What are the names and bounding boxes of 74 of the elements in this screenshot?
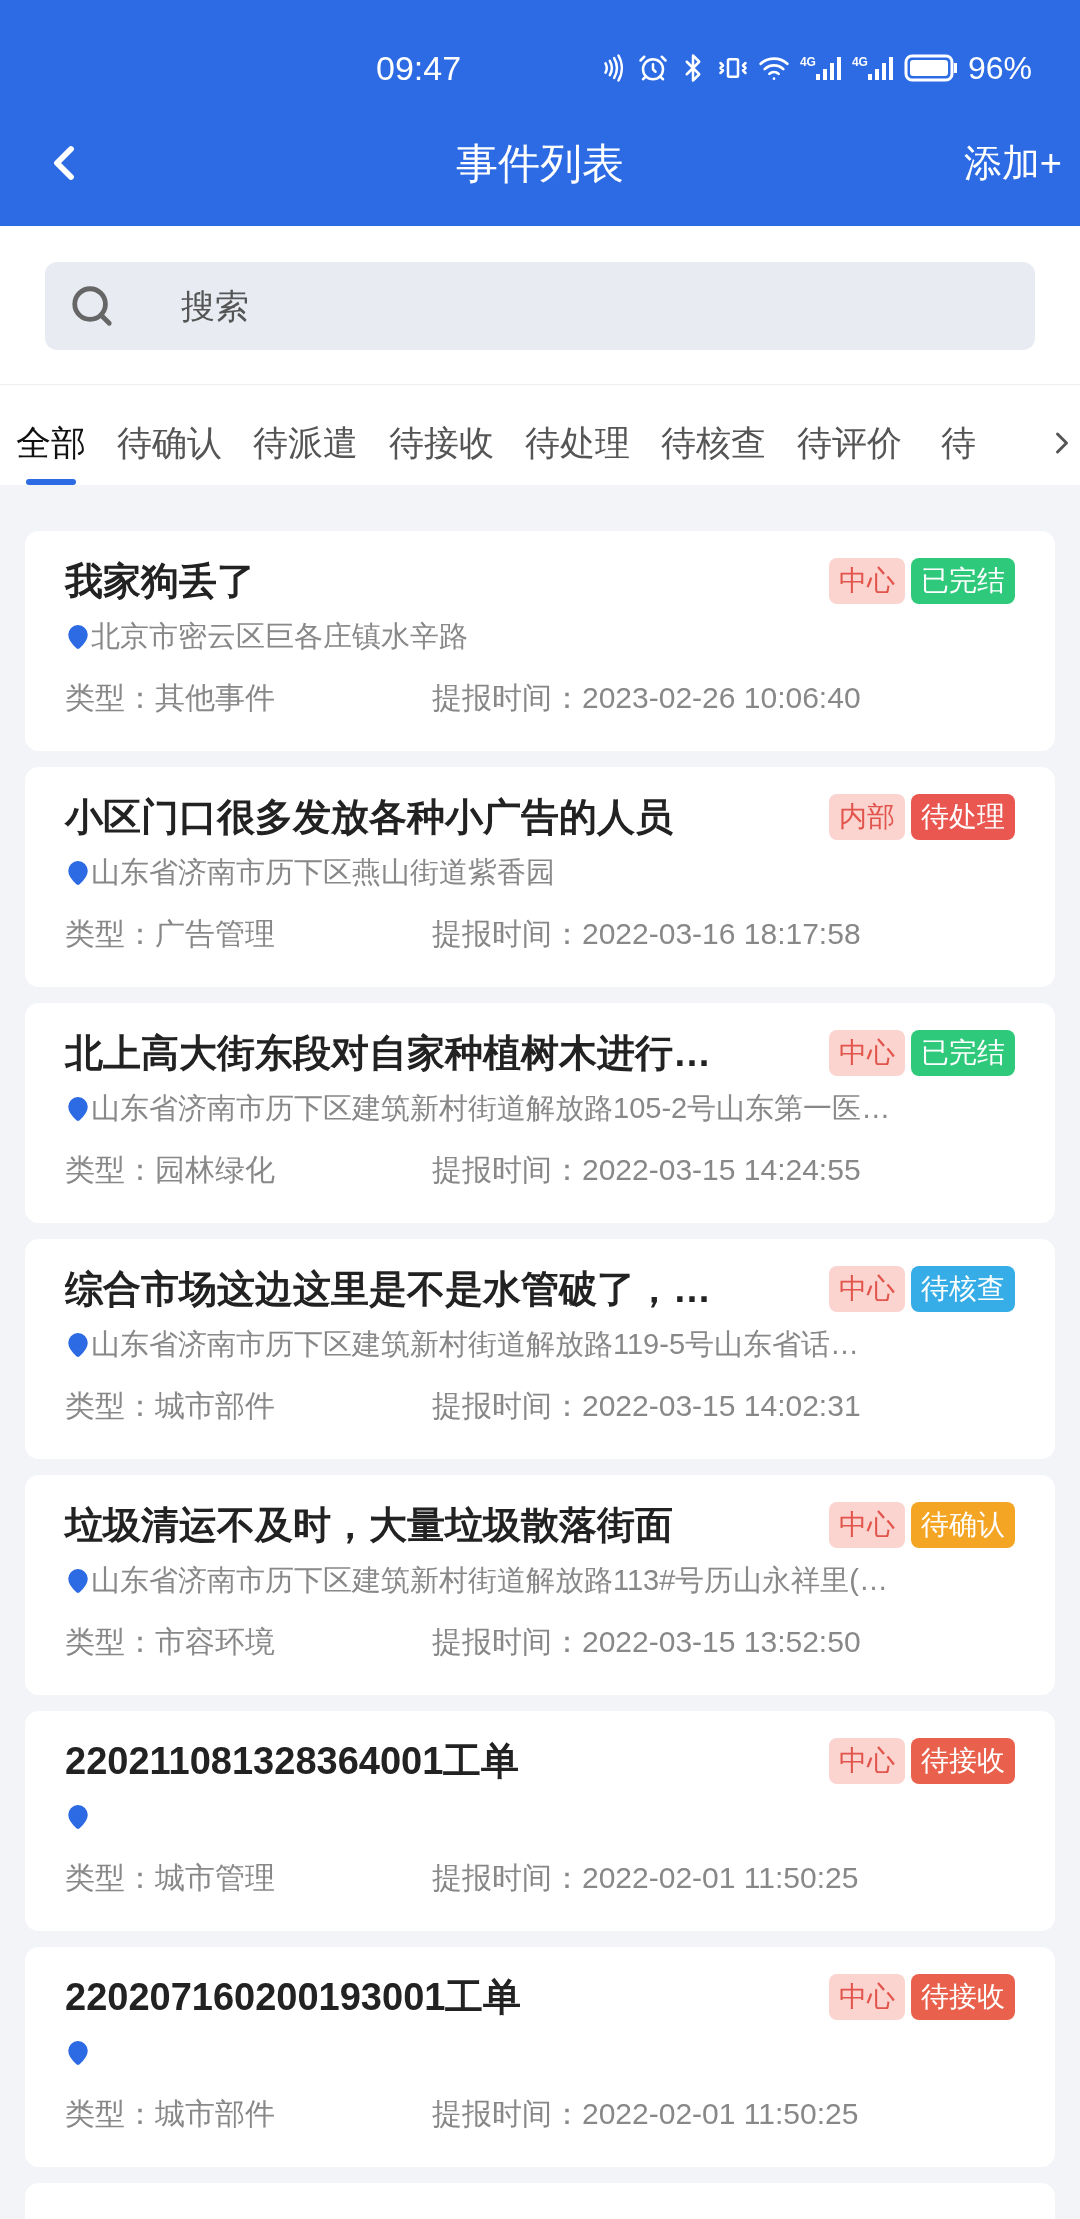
event-card[interactable]: 综合市场这边这里是不是水管破了，… 中心 待核查 山东省济南市历下区建筑新村街道解放路119-5号山东省话… 类型：城市部件 提报时间：2022-03-15 14:02:31: [25, 1239, 1055, 1459]
filter-tab[interactable]: 待确认: [117, 421, 222, 485]
battery-icon: [903, 54, 958, 82]
report-time: 提报时间：2022-03-16 18:17:58: [432, 915, 861, 952]
filter-tab[interactable]: 待: [933, 421, 983, 485]
page-title: 事件列表: [456, 138, 624, 189]
status-time: 09:47: [376, 47, 462, 89]
event-address: 山东省济南市历下区建筑新村街道解放路113#号历山永祥里(…: [91, 1563, 889, 1599]
event-title: 220211081328364001工单: [65, 1738, 520, 1784]
report-time: 提报时间：2022-03-15 14:02:31: [432, 1387, 861, 1424]
status-tag: 待核查: [911, 1266, 1015, 1312]
status-tag: 待处理: [911, 794, 1015, 840]
location-pin-icon: [65, 1096, 91, 1122]
filter-tab[interactable]: 全部: [16, 421, 86, 485]
event-title: 220207160200193001工单: [65, 1974, 522, 2020]
source-tag: 中心: [829, 1738, 905, 1784]
status-tag: 待确认: [911, 1502, 1015, 1548]
event-type: 类型：城市部件: [65, 2095, 276, 2132]
event-card[interactable]: 北上高大街东段对自家种植树木进行… 中心 已完结 山东省济南市历下区建筑新村街道解放路105-2号山东第一医… 类型：园林绿化 提报时间：2022-03-15 14:24:55: [25, 1003, 1055, 1223]
network-label: 4G: [799, 56, 816, 68]
report-time: 提报时间：2023-02-26 10:06:40: [432, 679, 861, 716]
event-title: 综合市场这边这里是不是水管破了，…: [65, 1266, 711, 1312]
source-tag: 中心: [829, 1266, 905, 1312]
filter-tab[interactable]: 待评价: [797, 421, 902, 485]
event-card[interactable]: 小区门口很多发放各种小广告的人员 内部 待处理 山东省济南市历下区燕山街道紫香园 类型：广告管理 提报时间：2022-03-16 18:17:58: [25, 767, 1055, 987]
filter-tab[interactable]: 待接收: [389, 421, 494, 485]
location-pin-icon: [65, 1804, 91, 1830]
status-tag: 已完结: [911, 558, 1015, 604]
battery-percent: 96%: [967, 49, 1032, 88]
report-time: 提报时间：2022-02-01 11:50:25: [432, 2095, 859, 2132]
event-type: 类型：城市管理: [65, 1859, 276, 1896]
location-pin-icon: [65, 624, 91, 650]
event-type: 类型：园林绿化: [65, 1151, 276, 1188]
event-card[interactable]: 220211081328364001工单 中心 待接收 类型：城市管理 提报时间：2022-02-01 11:50:25: [25, 1711, 1055, 1931]
status-tag: 待接收: [911, 1738, 1015, 1784]
network-label: 4G: [851, 56, 868, 68]
source-tag: 中心: [829, 558, 905, 604]
event-title: 我家狗丢了: [65, 558, 255, 604]
source-tag: 内部: [829, 794, 905, 840]
event-card[interactable]: 220207160200193001工单 中心 待接收 类型：城市部件 提报时间：2022-02-01 11:50:25: [25, 1947, 1055, 2167]
signal-icon: [815, 56, 842, 80]
source-tag: 中心: [829, 1974, 905, 2020]
search-field[interactable]: 搜索: [45, 262, 1035, 350]
report-time: 提报时间：2022-02-01 11:50:25: [432, 1859, 859, 1896]
event-address: 北京市密云区巨各庄镇水辛路: [91, 619, 468, 655]
source-tag: 中心: [829, 1502, 905, 1548]
event-type: 类型：广告管理: [65, 915, 276, 952]
event-title: 小区门口很多发放各种小广告的人员: [65, 794, 673, 840]
location-pin-icon: [65, 860, 91, 886]
event-title: 垃圾清运不及时，大量垃圾散落街面: [65, 1502, 673, 1548]
location-pin-icon: [65, 1332, 91, 1358]
report-time: 提报时间：2022-03-15 14:24:55: [432, 1151, 861, 1188]
event-type: 类型：市容环境: [65, 1623, 276, 1660]
report-time: 提报时间：2022-03-15 13:52:50: [432, 1623, 861, 1660]
event-address: 山东省济南市历下区燕山街道紫香园: [91, 855, 555, 891]
event-card[interactable]: 我家狗丢了 中心 已完结 北京市密云区巨各庄镇水辛路 类型：其他事件 提报时间：2023-02-26 10:06:40: [25, 531, 1055, 751]
signal-icon: [867, 56, 894, 80]
location-pin-icon: [65, 2040, 91, 2066]
filter-tab[interactable]: 待处理: [525, 421, 630, 485]
event-address: 山东省济南市历下区建筑新村街道解放路119-5号山东省话…: [91, 1327, 860, 1363]
location-pin-icon: [65, 1568, 91, 1594]
event-type: 类型：其他事件: [65, 679, 276, 716]
search-icon: [69, 283, 115, 329]
event-card[interactable]: 垃圾清运不及时，大量垃圾散落街面 中心 待确认 山东省济南市历下区建筑新村街道解放路113#号历山永祥里(… 类型：市容环境 提报时间：2022-03-15 13:52:50: [25, 1475, 1055, 1695]
event-title: 北上高大街东段对自家种植树木进行…: [65, 1030, 711, 1076]
add-button[interactable]: 添加+: [963, 134, 1062, 192]
filter-tab[interactable]: 待核查: [661, 421, 766, 485]
status-tag: 已完结: [911, 1030, 1015, 1076]
source-tag: 中心: [829, 1030, 905, 1076]
alarm-icon: [637, 53, 668, 83]
status-tag: 待接收: [911, 1974, 1015, 2020]
event-address: 山东省济南市历下区建筑新村街道解放路105-2号山东第一医…: [91, 1091, 891, 1127]
filter-tab[interactable]: 待派遣: [253, 421, 358, 485]
event-type: 类型：城市部件: [65, 1387, 276, 1424]
